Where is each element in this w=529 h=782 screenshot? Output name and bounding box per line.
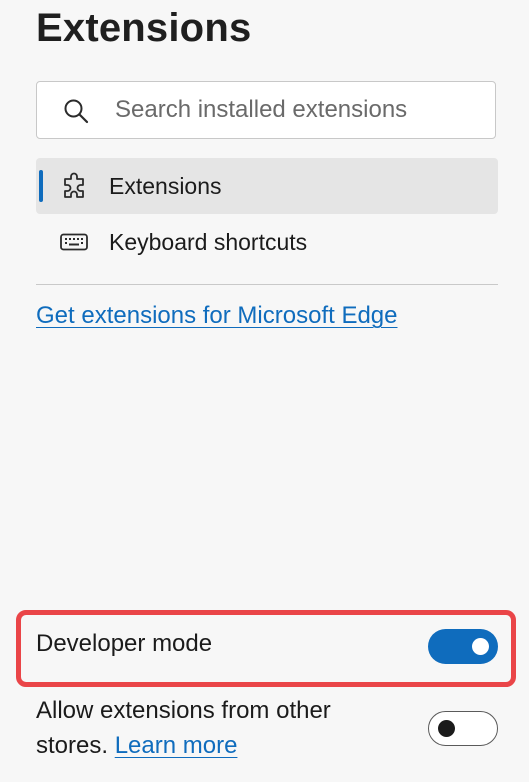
sidebar-item-label: Extensions xyxy=(109,173,222,199)
selected-indicator xyxy=(39,170,43,202)
search-box[interactable] xyxy=(36,81,496,139)
developer-mode-toggle[interactable] xyxy=(428,629,498,664)
page-title: Extensions xyxy=(36,6,252,50)
toggle-knob xyxy=(438,719,455,737)
sidebar-item-keyboard-shortcuts[interactable]: Keyboard shortcuts xyxy=(36,214,498,270)
divider xyxy=(36,284,498,285)
allow-other-stores-toggle[interactable] xyxy=(428,711,498,746)
developer-mode-label: Developer mode xyxy=(36,630,213,657)
allow-other-stores-label: Allow extensions from other stores. Lear… xyxy=(36,693,366,763)
keyboard-icon xyxy=(60,228,88,256)
learn-more-link[interactable]: Learn more xyxy=(115,732,238,759)
search-icon xyxy=(63,98,89,124)
get-extensions-link[interactable]: Get extensions for Microsoft Edge xyxy=(36,302,398,330)
puzzle-icon xyxy=(60,172,88,200)
toggle-knob xyxy=(472,638,489,655)
sidebar-item-extensions[interactable]: Extensions xyxy=(36,158,498,214)
search-input[interactable] xyxy=(115,90,485,130)
sidebar-item-label: Keyboard shortcuts xyxy=(109,229,308,255)
